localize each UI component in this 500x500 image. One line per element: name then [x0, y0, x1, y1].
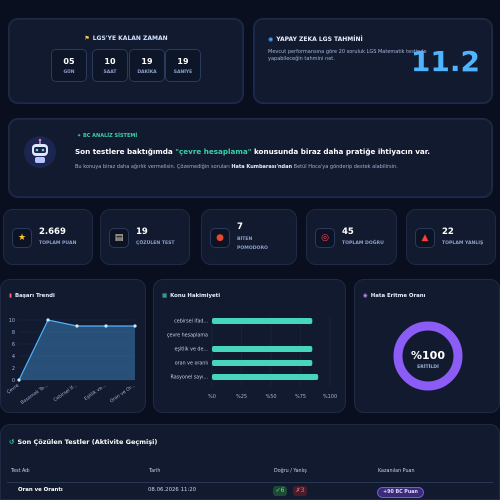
y-tick-label: 0	[12, 378, 15, 384]
points-badge: +90 BC Puan	[377, 487, 424, 498]
topic-mastery-panel: ▦ Konu Hakimiyeti %0 %25 %50 %75 %100 cebirsel…	[153, 279, 346, 413]
mastery-bar	[212, 360, 313, 366]
col-correct-wrong: Doğru / Yanlış	[274, 469, 307, 474]
trend-point	[46, 318, 50, 322]
success-trend-panel: ▮ Başarı Trendi 0 2 4 6 8 10 Çevre Basamak Te...…	[0, 279, 146, 413]
y-tick-label: 8	[12, 330, 15, 336]
trend-area	[19, 320, 135, 380]
stat-total-wrong: ▲ 22 TOPLAM YANLIŞ	[406, 209, 496, 265]
y-tick-label: 4	[12, 354, 15, 360]
ai-headline: Son testlere baktığımda "çevre hesaplama…	[75, 147, 430, 156]
countdown-title: ⚑ LGS'YE KALAN ZAMAN	[84, 35, 168, 42]
countdown-minutes: 19 DAKİKA	[129, 49, 165, 82]
activity-history-panel: ↺ Son Çözülen Testler (Aktivite Geçmişi) …	[0, 424, 500, 500]
tomato-icon: ●	[210, 228, 230, 248]
table-divider	[7, 482, 493, 483]
wrong-badge: ✗3	[293, 486, 307, 496]
history-icon: ↺	[9, 438, 15, 446]
x-tick-label: %75	[295, 394, 306, 400]
trend-point	[17, 378, 21, 382]
row-date: 08.06.2026 11:20	[148, 487, 197, 493]
countdown-hours: 10 SAAT	[92, 49, 128, 82]
countdown-days: 05 GÜN	[51, 49, 87, 82]
y-tick-label: oran ve oranlı	[175, 361, 208, 367]
mastery-bar	[212, 318, 313, 324]
countdown-card: ⚑ LGS'YE KALAN ZAMAN 05 GÜN 10 SAAT 19 DAKİK…	[8, 18, 244, 104]
ai-analysis-card: ✦ BC ANALİZ SİSTEMİ Son testlere baktığı…	[8, 118, 493, 198]
col-test-name: Test Adı	[11, 469, 30, 474]
mastery-chart: %0 %25 %50 %75 %100 cebirsel ifad... çevre hes…	[167, 316, 337, 400]
y-tick-label: eşitlik ve de...	[174, 347, 208, 353]
x-tick-label: %25	[236, 394, 247, 400]
x-tick-label: %0	[208, 394, 216, 400]
star-icon: ★	[12, 228, 32, 248]
error-melt-donut: %100ERİTİLDİ	[393, 321, 463, 391]
y-tick-label: Rasyonel sayı...	[171, 375, 208, 381]
trend-point	[133, 324, 137, 328]
stat-total-points: ★ 2.669 TOPLAM PUAN	[3, 209, 93, 265]
col-points: Kazanılan Puan	[378, 469, 415, 474]
countdown-seconds: 19 SANİYE	[165, 49, 201, 82]
prediction-title: ◉ YAPAY ZEKA LGS TAHMİNİ	[268, 36, 363, 43]
x-tick-label: %50	[265, 394, 276, 400]
x-tick-label: Cebirsel İf...	[52, 382, 78, 403]
alert-icon: ▲	[415, 228, 435, 248]
donut-sublabel: ERİTİLDİ	[417, 363, 439, 370]
y-tick-label: 10	[9, 318, 15, 324]
row-test-name[interactable]: Oran ve Orantı	[18, 487, 63, 493]
error-melt-panel: ◉ Hata Eritme Oranı %100 ERİTİLDİ	[354, 279, 500, 413]
flag-icon: ⚑	[84, 35, 90, 42]
trend-chart: 0 2 4 6 8 10 Çevre Basamak Te... Cebirsel İf... E…	[6, 318, 137, 406]
x-tick-label: %100	[323, 394, 337, 400]
y-tick-label: cebirsel ifad...	[174, 319, 208, 325]
robot-icon	[24, 136, 56, 168]
y-tick-label: çevre hesaplama	[167, 333, 208, 339]
y-tick-label: 2	[12, 366, 15, 372]
x-tick-label: Basamak Te...	[20, 383, 50, 406]
mastery-bar	[212, 374, 319, 380]
globe-icon: ◉	[268, 36, 274, 43]
x-tick-label: Oran ve Or...	[109, 383, 136, 405]
stat-pomodoro: ● 7 BİTEN POMODORO	[201, 209, 297, 265]
prediction-card: ◉ YAPAY ZEKA LGS TAHMİNİ Mevcut performan…	[253, 18, 493, 104]
stat-solved-tests: ▤ 19 ÇÖZÜLEN TEST	[100, 209, 190, 265]
donut-value: %100	[411, 349, 445, 362]
x-tick-label: Çevre	[6, 383, 21, 396]
mastery-bar	[212, 346, 313, 352]
ai-subtext: Bu konuya biraz daha ağırlık vermelisin.…	[75, 164, 398, 170]
col-date: Tarih	[149, 469, 161, 474]
prediction-description: Mevcut performansına göre 20 soruluk LGS…	[268, 49, 427, 62]
target-icon: ◎	[315, 228, 335, 248]
y-tick-label: 6	[12, 342, 15, 348]
prediction-score: 11.2	[410, 45, 480, 78]
correct-badge: ✓6	[273, 486, 287, 496]
ai-system-label: ✦ BC ANALİZ SİSTEMİ	[77, 133, 138, 139]
x-tick-label: Eşitlik ve...	[83, 383, 107, 402]
document-icon: ▤	[109, 228, 129, 248]
trend-point	[104, 324, 108, 328]
stat-total-correct: ◎ 45 TOPLAM DOĞRU	[306, 209, 397, 265]
trend-point	[75, 324, 79, 328]
